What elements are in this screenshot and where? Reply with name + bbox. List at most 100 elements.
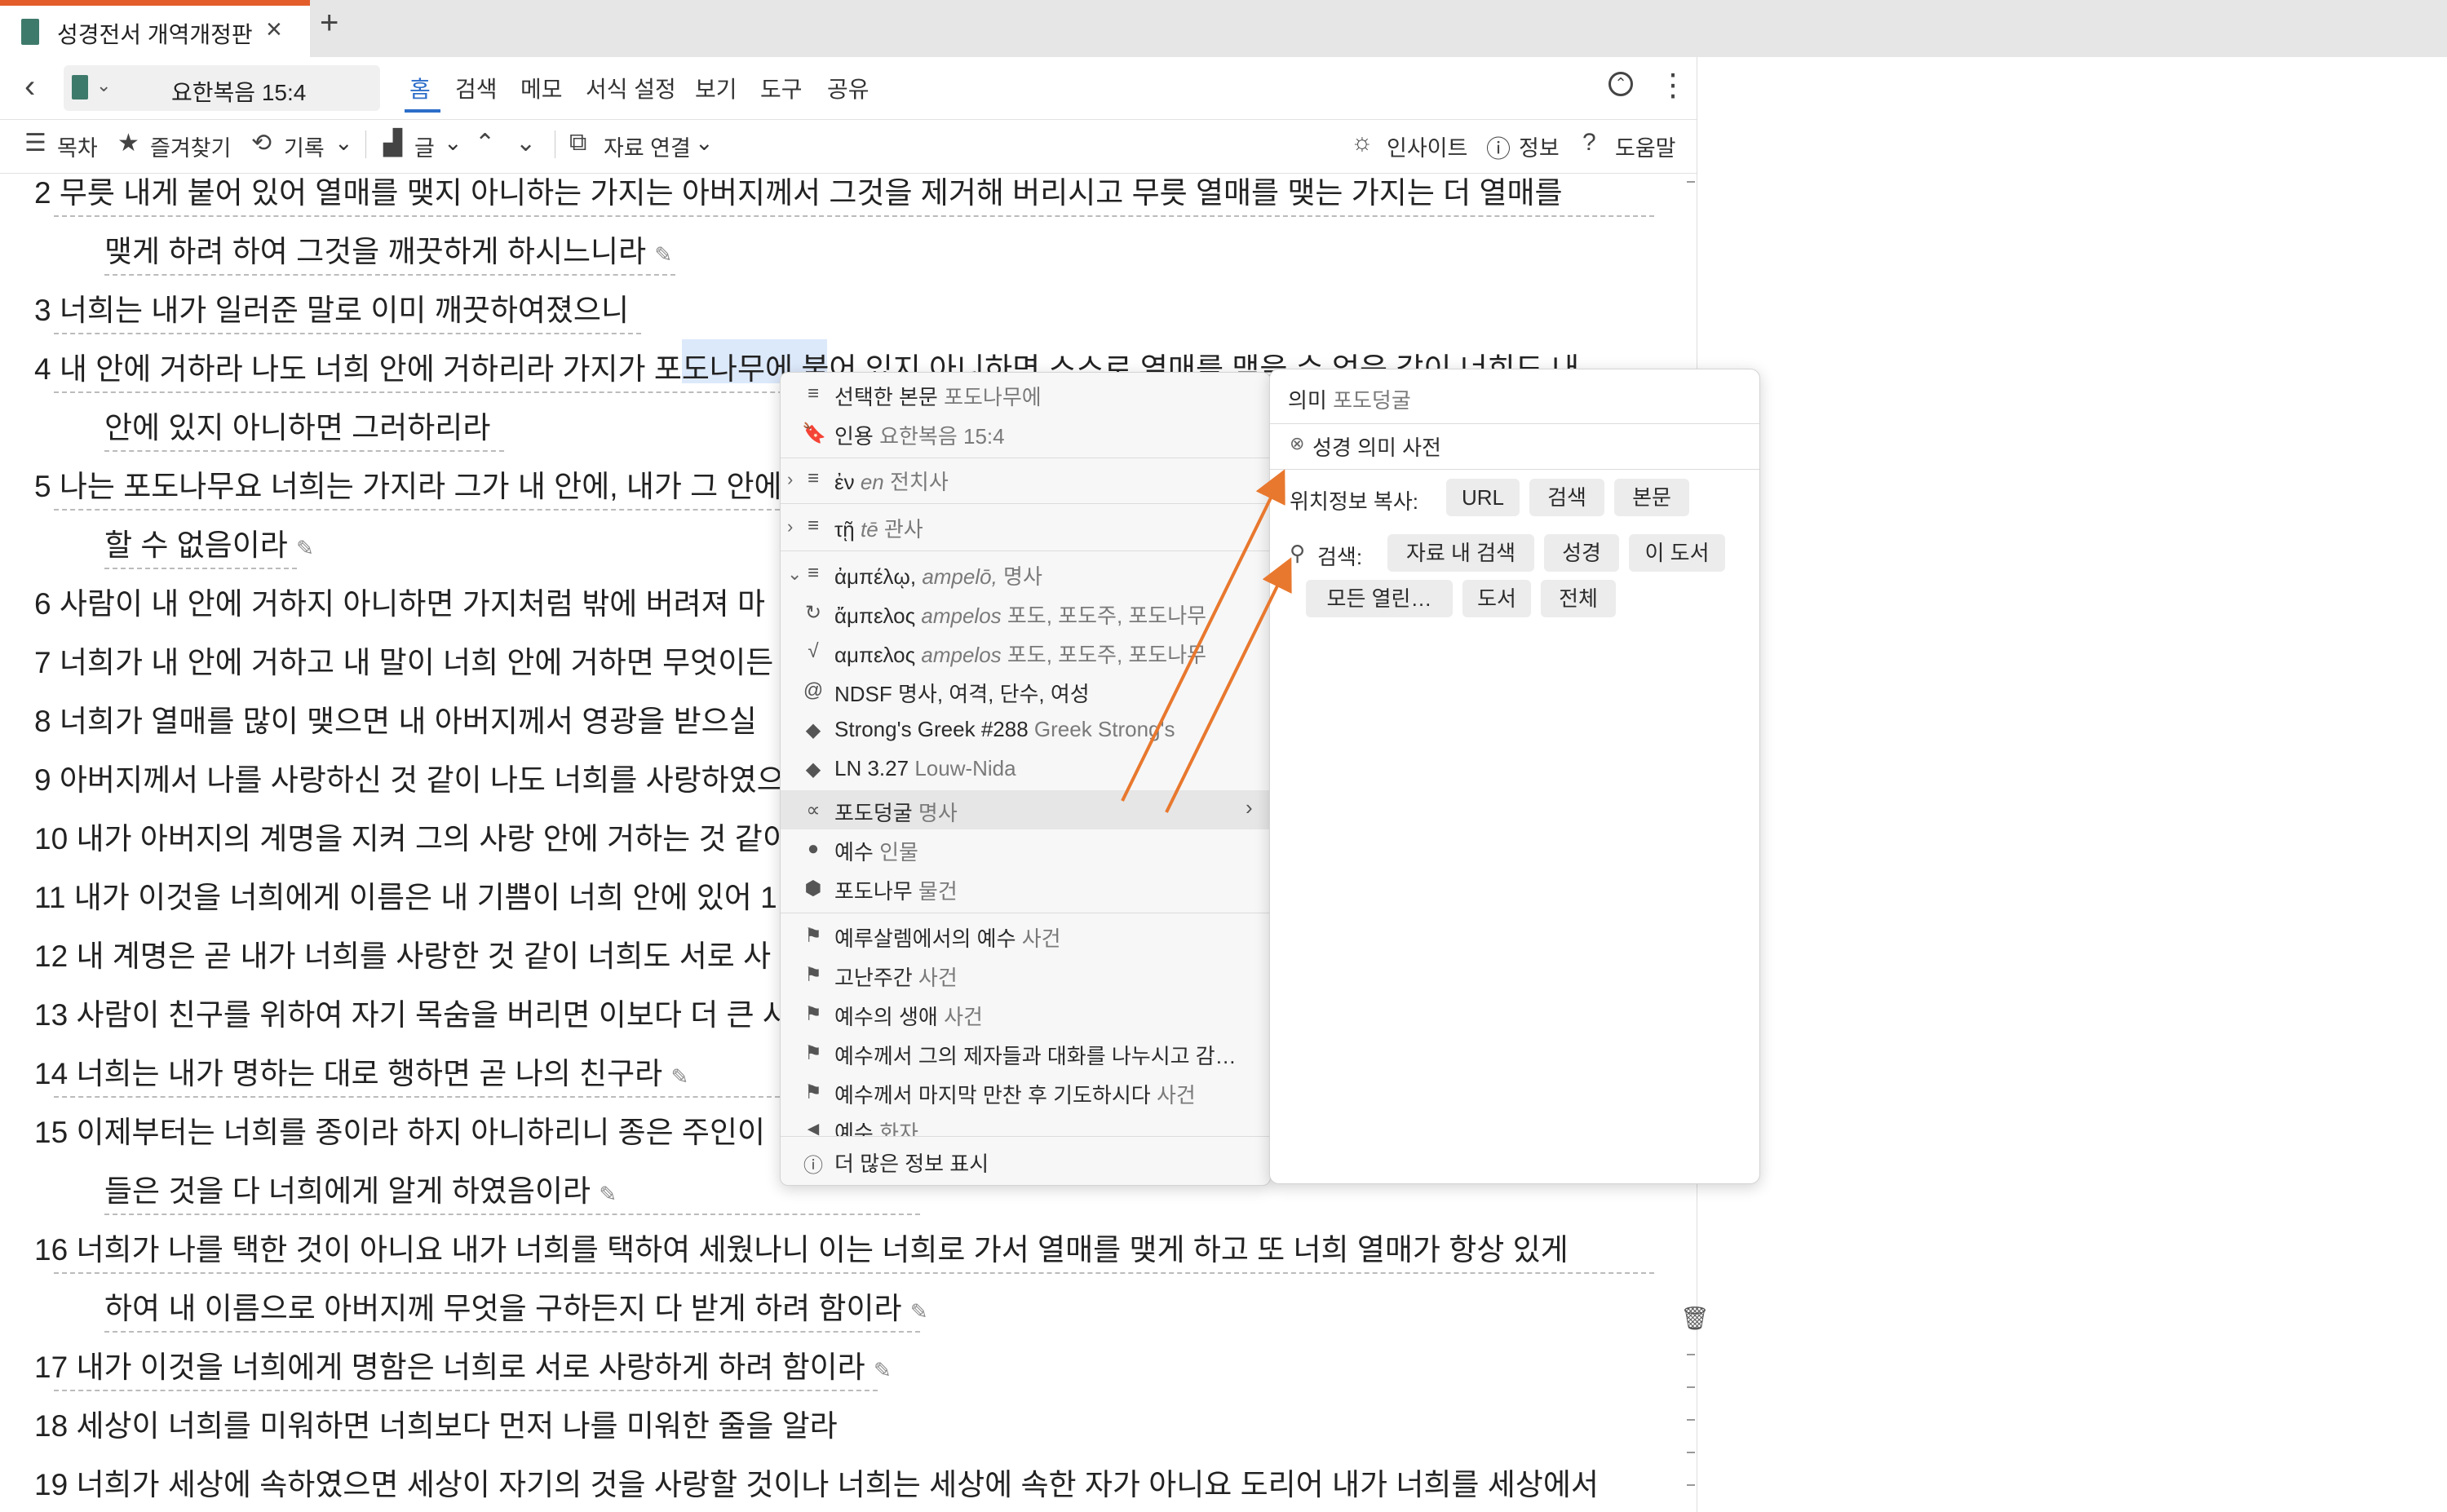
verse-text: 무릇 내게 붙어 있어 열매를 맺지 아니하는 가지는 아버지께서 그것을 제거… [59,176,1563,210]
history-button[interactable]: 기록 [284,130,325,162]
verse-line[interactable]: 18 세상이 너희를 미워하면 너희보다 먼저 나를 미워한 줄을 알라 [34,1401,838,1445]
collapse-chevron-icon[interactable]: ⌄ [787,564,802,585]
note-pencil-icon[interactable]: ✎ [670,1064,688,1089]
menu-item-selected-text[interactable]: 선택한 본문 포도나무에 [834,381,1042,411]
verse-line[interactable]: 8 너희가 열매를 많이 맺으면 내 아버지께서 영광을 받으실 [34,696,757,741]
note-pencil-icon[interactable]: ✎ [910,1299,928,1324]
info-button[interactable]: 정보 [1519,130,1560,162]
resource-link-button[interactable]: 자료 연결 [604,130,691,162]
insight-button[interactable]: 인사이트 [1387,130,1467,162]
more-options-icon[interactable]: ⋮ [1657,67,1688,104]
menu-format[interactable]: 서식 설정 [586,72,676,104]
menu-item-event[interactable]: 고난주간 사건 [834,962,958,992]
menu-item-citation[interactable]: 인용 요한복음 15:4 [834,420,1005,450]
menu-item-person[interactable]: 예수 인물 [834,836,918,866]
verse-line[interactable]: 7 너희가 내 안에 거하고 내 말이 너희 안에 거하면 무엇이든 [34,638,773,682]
note-pencil-icon[interactable]: ✎ [599,1182,617,1206]
verse-line[interactable]: 2 무릇 내게 붙어 있어 열매를 맺지 아니하는 가지는 아버지께서 그것을 … [34,168,1563,212]
previous-chevron-icon[interactable]: ⌃ [475,129,495,157]
copy-search-button[interactable]: 검색 [1529,479,1604,516]
search-books-button[interactable]: 도서 [1462,580,1531,617]
menu-item-event[interactable]: 예루살렘에서의 예수 사건 [834,922,1061,953]
new-tab-button[interactable]: + [320,5,339,42]
verse-line[interactable]: 14 너희는 내가 명하는 대로 행하면 곧 나의 친구라 ✎ [34,1049,688,1093]
text-chevron-icon[interactable]: ⌄ [444,130,462,156]
verse-line[interactable]: 9 아버지께서 나를 사랑하신 것 같이 나도 너희를 사랑하였으 [34,755,785,799]
menu-search[interactable]: 검색 [455,72,498,104]
verse-line[interactable]: 하여 내 이름으로 아버지께 무엇을 구하든지 다 받게 하려 함이라 ✎ [104,1284,928,1328]
menu-item-sense[interactable]: 포도덩굴 명사 [834,797,958,827]
search-in-resource-button[interactable]: 자료 내 검색 [1387,534,1534,572]
reference-input[interactable]: 요한복음 15:4 [171,75,306,108]
toc-button[interactable]: 목차 [57,130,98,162]
verse-line[interactable]: 10 내가 아버지의 계명을 지켜 그의 사랑 안에 거하는 것 같이 [34,814,790,858]
verse-line[interactable]: 맺게 하려 하여 그것을 깨끗하게 하시느니라 ✎ [104,227,672,271]
help-button[interactable]: 도움말 [1615,130,1676,162]
menu-notes[interactable]: 메모 [520,72,563,104]
menu-item-word-ampelo[interactable]: ἀμπέλῳ, ampelō, 명사 [834,560,1042,590]
collapse-up-icon[interactable]: ⌃ [1608,72,1633,96]
verse-line[interactable]: 11 내가 이것을 너희에게 이름은 내 기쁨이 너희 안에 있어 1 [34,873,777,917]
dictionary-link[interactable]: 성경 의미 사전 [1312,431,1441,462]
menu-item-root[interactable]: αμπελος ampelos 포도, 포도주, 포도나무 [834,639,1206,669]
verse-line[interactable]: 5 나는 포도나무요 너희는 가지라 그가 내 안에, 내가 그 안에 [34,462,782,506]
menu-item-louw-nida[interactable]: LN 3.27 Louw-Nida [834,756,1016,781]
panel-divider [1270,469,1759,470]
document-tab[interactable]: 성경전서 개역개정판 × [0,0,310,57]
verse-line[interactable]: 6 사람이 내 안에 거하지 아니하면 가지처럼 밖에 버려져 마 [34,579,765,623]
menu-item-strongs[interactable]: Strong's Greek #288 Greek Strong's [834,717,1175,742]
next-chevron-icon[interactable]: ⌄ [516,129,536,157]
reference-box[interactable]: ⌄ 요한복음 15:4 [64,65,380,111]
menu-item-speaker[interactable]: 예수 화자 [834,1116,918,1136]
link-icon: ⧉ [569,129,587,156]
expand-chevron-icon[interactable]: › [787,469,793,490]
chevron-down-icon[interactable]: ⌄ [96,75,111,96]
menu-item-event[interactable]: 예수의 생애 사건 [834,1001,983,1031]
verse-line[interactable]: 할 수 없음이라 ✎ [104,520,314,564]
menu-item-morphology[interactable]: NDSF 명사, 여격, 단수, 여성 [834,678,1090,708]
menu-view[interactable]: 보기 [695,72,737,104]
search-this-book-button[interactable]: 이 도서 [1629,534,1725,572]
trash-icon[interactable]: 🗑 [1680,1305,1710,1332]
search-all-open-button[interactable]: 모든 열린… [1306,580,1453,617]
menu-item-event[interactable]: 예수께서 그의 제자들과 대화를 나누시고 감… [834,1040,1237,1070]
menu-item-event[interactable]: 예수께서 마지막 만찬 후 기도하시다 사건 [834,1079,1196,1109]
verse-line[interactable]: 15 이제부터는 너희를 종이라 하지 아니하리니 종은 주인이 [34,1107,765,1152]
verse-text: 내 계명은 곧 내가 너희를 사랑한 것 같이 너희도 서로 사 [76,939,772,973]
note-pencil-icon[interactable]: ✎ [654,242,672,267]
menu-item-lemma[interactable]: ἄμπελος ampelos 포도, 포도주, 포도나무 [834,599,1206,630]
verse-line[interactable]: 들은 것을 다 너희에게 알게 하였음이라 ✎ [104,1166,617,1210]
verse-text: 너희는 내가 일러준 말로 이미 깨끗하여졌으니 [59,294,630,327]
verse-line[interactable]: 16 너희가 나를 택한 것이 아니요 내가 너희를 택하여 세웠나니 이는 너… [34,1225,1569,1269]
close-tab-icon[interactable]: × [266,14,282,46]
copy-text-button[interactable]: 본문 [1614,479,1689,516]
search-label: 검색: [1317,545,1363,569]
show-more-info-button[interactable]: 더 많은 정보 표시 [834,1147,989,1178]
verse-line[interactable]: 안에 있지 아니하면 그러하리라 [104,403,490,447]
copy-url-button[interactable]: URL [1446,479,1520,516]
expand-chevron-icon[interactable]: › [787,516,793,537]
favorites-button[interactable]: 즐겨찾기 [150,130,231,162]
search-all-button[interactable]: 전체 [1541,580,1616,617]
note-pencil-icon[interactable]: ✎ [874,1358,892,1382]
menu-item-word-te[interactable]: τῇ tē 관사 [834,513,923,543]
verse-line[interactable]: 12 내 계명은 곧 내가 너희를 사랑한 것 같이 너희도 서로 사 [34,931,771,975]
menu-home[interactable]: 홈 [409,72,431,104]
menu-item-word-en[interactable]: ἐν en 전치사 [834,466,949,496]
verse-line[interactable]: 17 내가 이것을 너희에게 명함은 너희로 서로 사랑하게 하려 함이라 ✎ [34,1342,892,1386]
back-arrow-icon[interactable]: ‹ [24,69,35,105]
verse-line[interactable]: 3 너희는 내가 일러준 말로 이미 깨끗하여졌으니 [34,285,629,329]
verse-number: 13 [34,998,69,1032]
link-chevron-icon[interactable]: ⌄ [695,130,714,156]
history-chevron-icon[interactable]: ⌄ [334,130,353,156]
submenu-chevron-icon[interactable]: › [1246,795,1253,820]
text-button[interactable]: 글 [414,130,435,162]
verse-number: 10 [34,822,69,855]
verse-line[interactable]: 19 너희가 세상에 속하였으면 세상이 자기의 것을 사랑할 것이나 너희는 … [34,1460,1599,1504]
verse-line[interactable]: 13 사람이 친구를 위하여 자기 목숨을 버리면 이보다 더 큰 사 [34,990,790,1034]
menu-share[interactable]: 공유 [827,72,870,104]
note-pencil-icon[interactable]: ✎ [296,536,314,560]
menu-tools[interactable]: 도구 [760,72,803,104]
menu-item-thing[interactable]: 포도나무 물건 [834,875,958,905]
search-bible-button[interactable]: 성경 [1544,534,1619,572]
